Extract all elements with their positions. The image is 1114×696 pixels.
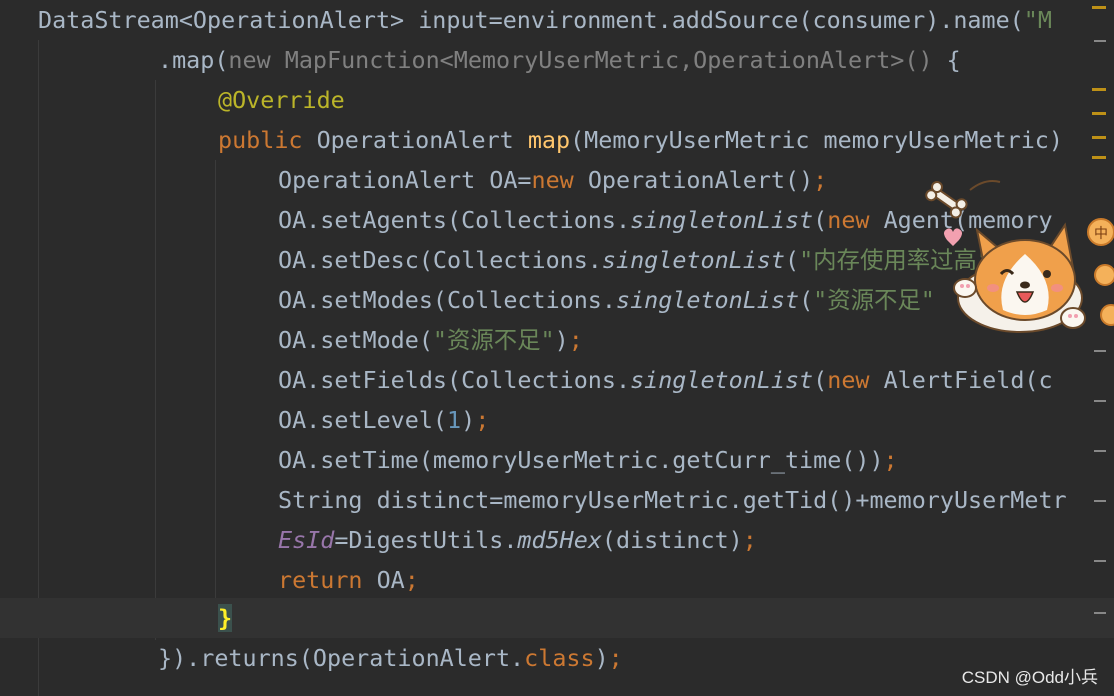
code-token: singletonList (615, 286, 800, 314)
method-name: map (527, 126, 571, 154)
scroll-marker[interactable] (1094, 400, 1106, 402)
code-token: singletonList (630, 366, 814, 394)
code-token: ( (813, 206, 828, 234)
code-line-3: @Override (0, 80, 1114, 120)
code-token: "M (1023, 6, 1052, 34)
code-token: OA.setFields(Collections. (278, 366, 631, 394)
code-token: .map( (158, 46, 229, 74)
code-token: OperationAlert OA= (278, 166, 532, 194)
string-literal: "资源不足" (813, 286, 935, 314)
code-line-16-current[interactable]: } (0, 598, 1114, 638)
code-token: OA.setLevel( (278, 406, 447, 434)
code-token: ; (475, 406, 490, 434)
scroll-marker[interactable] (1094, 560, 1106, 562)
code-token: md5Hex (517, 526, 602, 554)
code-line-12: OA.setTime(memoryUserMetric.getCurr_time… (0, 440, 1114, 480)
code-token: MapFunction<MemoryUserMetric,OperationAl… (284, 46, 947, 74)
code-token: ; (813, 166, 828, 194)
code-token: (MemoryUserMetric memoryUserMetric) (570, 126, 1063, 154)
watermark: CSDN @Odd小兵 (961, 668, 1098, 687)
code-token: OA (376, 566, 405, 594)
code-editor[interactable]: DataStream<OperationAlert> input=environ… (0, 0, 1114, 696)
code-token: OA.setMode( (278, 326, 433, 354)
code-token: class (524, 644, 595, 672)
code-token: new (531, 166, 588, 194)
matched-brace: } (218, 604, 233, 632)
annotation: @Override (218, 86, 345, 114)
code-token: ( (784, 246, 800, 274)
code-token: singletonList (601, 246, 785, 274)
code-token: }).returns(OperationAlert. (158, 644, 525, 672)
warning-marker[interactable] (1092, 112, 1106, 115)
code-token: new (827, 206, 884, 234)
code-token: return (278, 566, 377, 594)
code-token: String distinct=memoryUserMetric.getTid(… (278, 486, 1067, 514)
code-token: OA.setTime(memoryUserMetric.getCurr_time… (278, 446, 884, 474)
error-stripe[interactable] (1086, 0, 1114, 696)
code-token: ; (742, 526, 757, 554)
code-line-15: return OA; (0, 560, 1114, 600)
scroll-marker[interactable] (1094, 450, 1106, 452)
code-line-13: String distinct=memoryUserMetric.getTid(… (0, 480, 1114, 520)
code-token: new (827, 366, 884, 394)
code-token: { (946, 46, 961, 74)
code-line-17: }).returns(OperationAlert.class); (0, 638, 1114, 678)
sticker-badge-text: 中 (1094, 226, 1108, 242)
code-line-10: OA.setFields(Collections.singletonList(n… (0, 360, 1114, 400)
code-line-1: DataStream<OperationAlert> input=environ… (0, 0, 1114, 40)
code-token: ( (799, 286, 814, 314)
code-token: new (228, 46, 285, 74)
code-line-4: public OperationAlert map(MemoryUserMetr… (0, 120, 1114, 160)
code-token: OA.setAgents(Collections. (278, 206, 631, 234)
code-token: ) (461, 406, 476, 434)
string-literal: "资源不足" (432, 326, 555, 354)
code-token: ( (813, 366, 828, 394)
scroll-marker[interactable] (1094, 500, 1106, 502)
static-field: EsId (278, 526, 335, 554)
code-token: ; (608, 644, 623, 672)
code-token: OperationAlert (316, 126, 528, 154)
code-token: ) (594, 644, 609, 672)
code-token: c (1038, 366, 1053, 394)
code-token: (distinct) (601, 526, 743, 554)
code-token: public (218, 126, 317, 154)
code-line-14: EsId=DigestUtils.md5Hex(distinct); (0, 520, 1114, 560)
warning-marker[interactable] (1092, 88, 1106, 91)
warning-marker[interactable] (1092, 6, 1106, 9)
code-token: ; (883, 446, 898, 474)
code-token: singletonList (630, 206, 814, 234)
code-line-11: OA.setLevel(1); (0, 400, 1114, 440)
warning-marker[interactable] (1092, 136, 1106, 139)
code-line-2: .map(new MapFunction<MemoryUserMetric,Op… (0, 40, 1114, 80)
number-literal: 1 (447, 406, 462, 434)
code-token: ; (568, 326, 583, 354)
corgi-dog-sticker-icon: 中 (925, 170, 1114, 340)
code-token: AlertField( (883, 366, 1039, 394)
code-token: =DigestUtils. (334, 526, 518, 554)
code-token: OperationAlert() (587, 166, 814, 194)
warning-marker[interactable] (1092, 156, 1106, 159)
scroll-marker[interactable] (1094, 350, 1106, 352)
scroll-marker[interactable] (1094, 40, 1106, 42)
code-token: DataStream<OperationAlert> input=environ… (38, 6, 1024, 34)
code-token: ) (554, 326, 569, 354)
code-token: ; (404, 566, 419, 594)
scroll-marker[interactable] (1094, 612, 1106, 614)
code-token: OA.setDesc(Collections. (278, 246, 602, 274)
code-token: OA.setModes(Collections. (278, 286, 616, 314)
